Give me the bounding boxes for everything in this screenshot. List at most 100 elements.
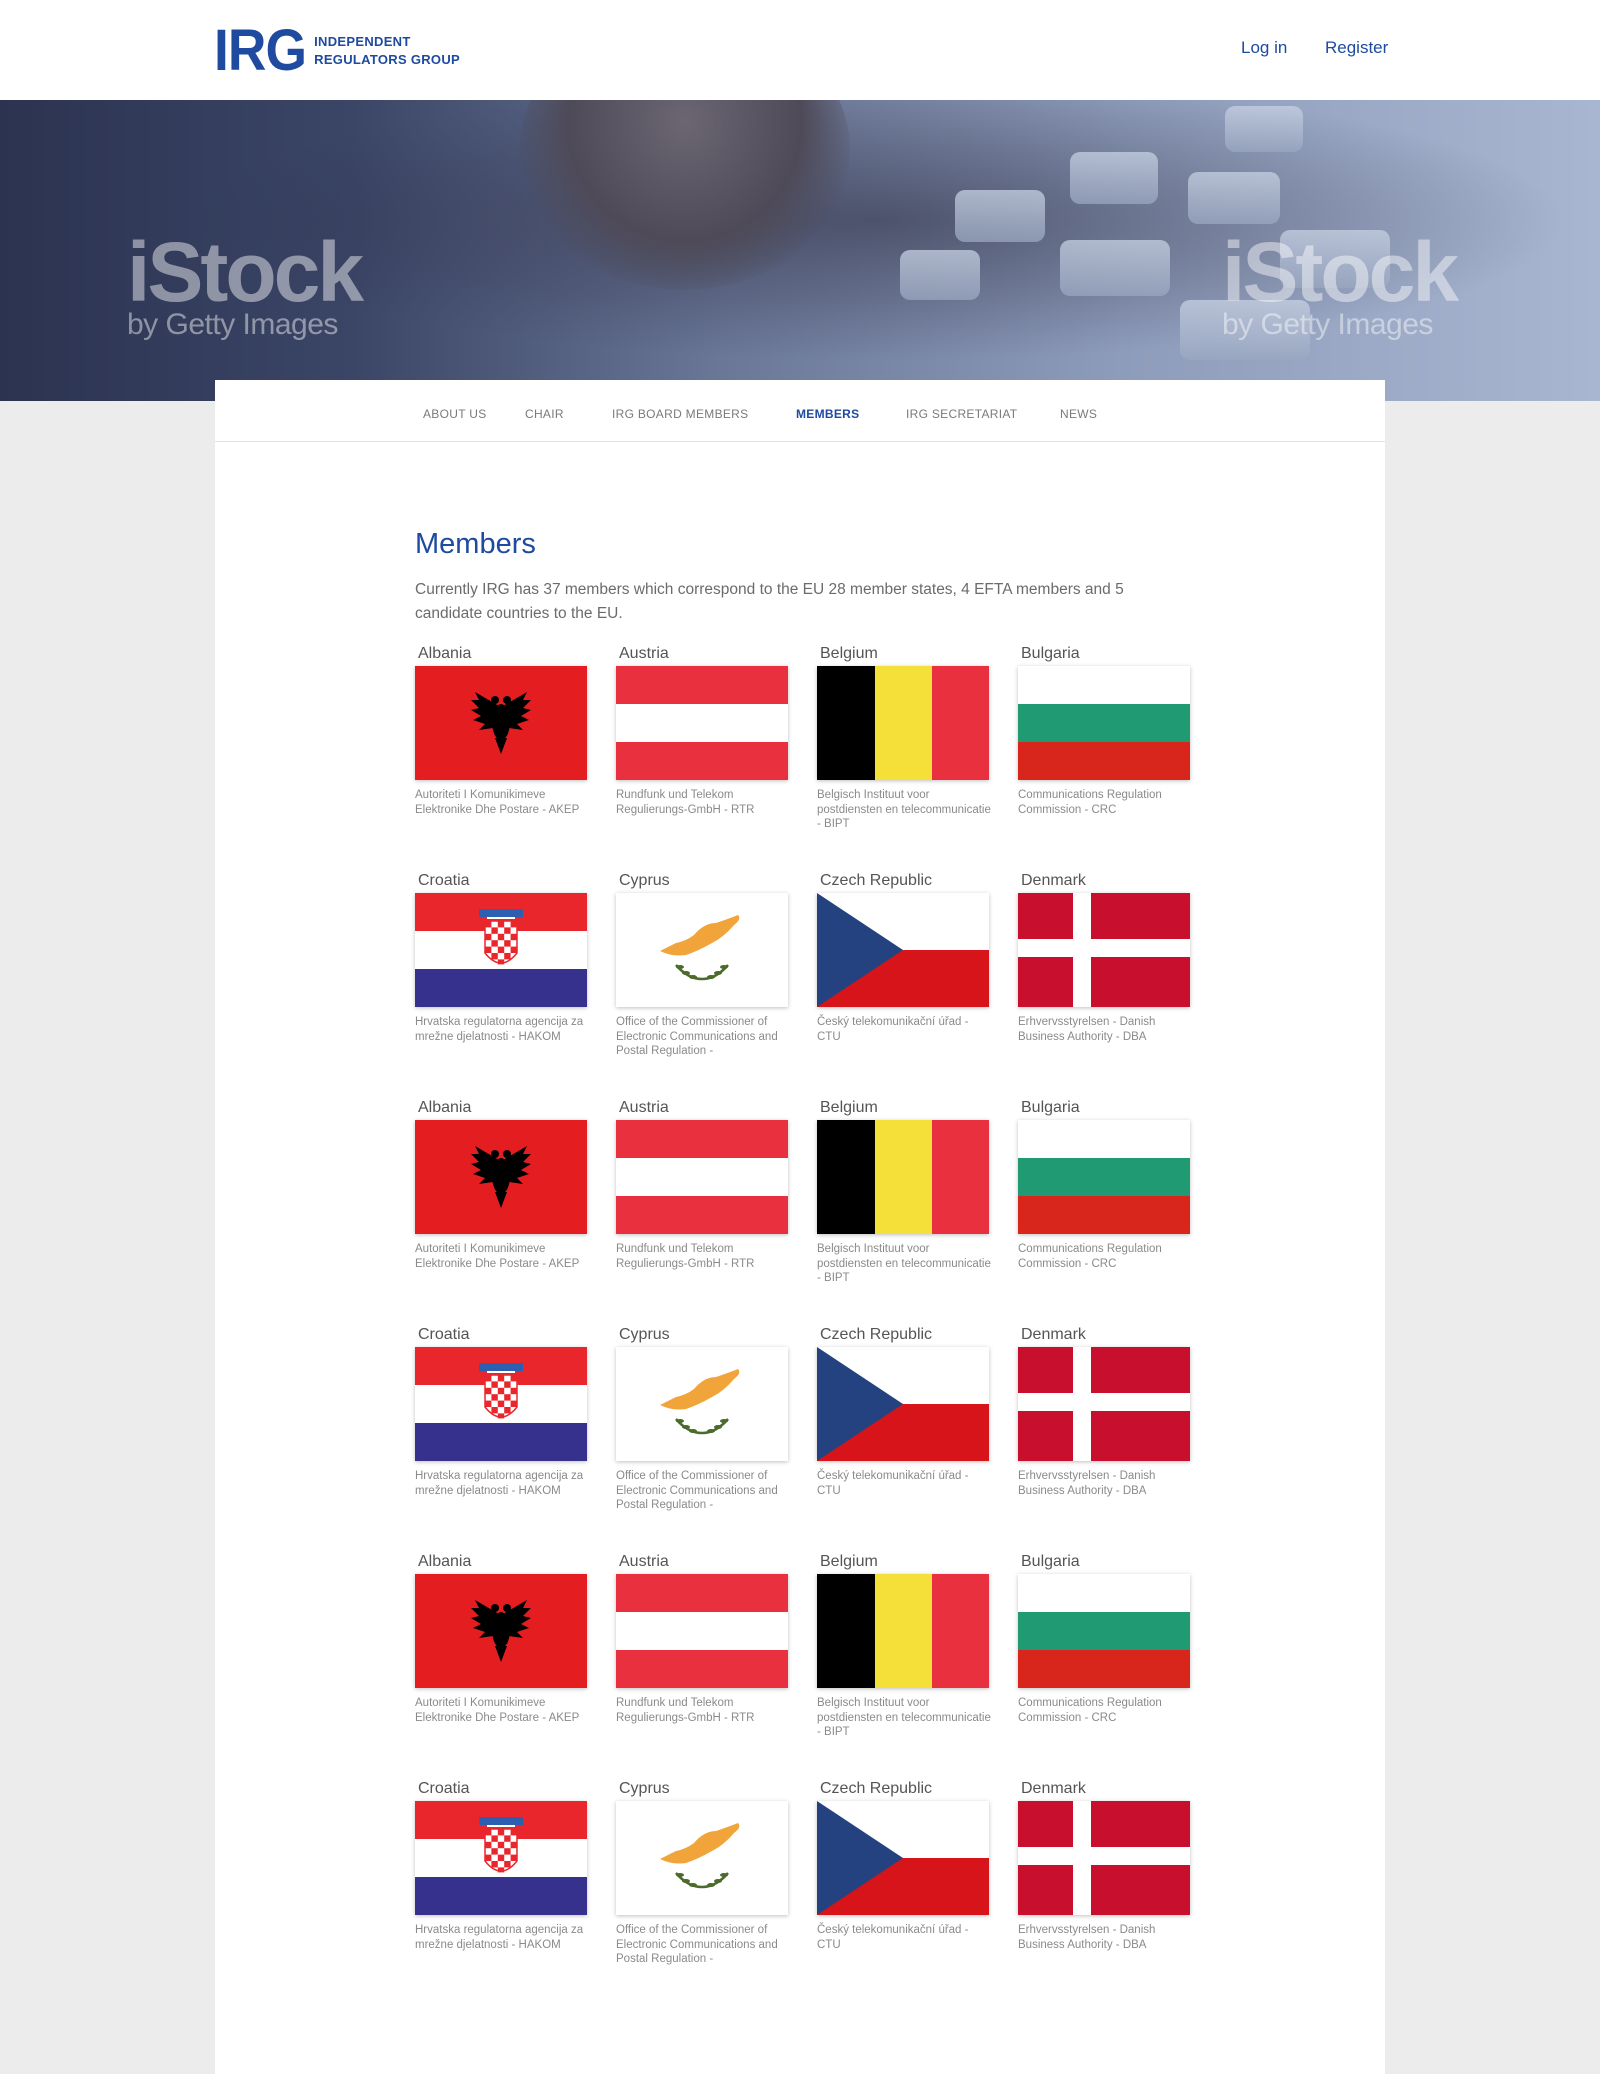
- member-flag[interactable]: [1018, 666, 1190, 780]
- member-flag[interactable]: [415, 893, 587, 1007]
- nav-irg-board-members[interactable]: IRG BOARD MEMBERS: [612, 407, 748, 421]
- member-flag[interactable]: [817, 1347, 989, 1461]
- istock-watermark-left: iStock by Getty Images: [127, 225, 364, 340]
- member-flag[interactable]: [817, 666, 989, 780]
- irg-logo[interactable]: IRG INDEPENDENT REGULATORS GROUP: [214, 22, 460, 80]
- member-flag[interactable]: [1018, 1801, 1190, 1915]
- denmark-flag-icon: [1018, 1801, 1190, 1915]
- member-regulator-name: Hrvatska regulatorna agencija za mrežne …: [415, 1016, 584, 1043]
- austria-flag-icon: [616, 1574, 788, 1688]
- belgium-flag-icon: [817, 1120, 989, 1234]
- nav-about-us[interactable]: ABOUT US: [423, 407, 487, 421]
- nav-irg-secretariat[interactable]: IRG SECRETARIAT: [906, 407, 1017, 421]
- hero-key: [1070, 152, 1158, 204]
- denmark-flag-icon: [1018, 893, 1190, 1007]
- member-flag[interactable]: [616, 1347, 788, 1461]
- bulgaria-flag-icon: [1018, 1120, 1190, 1234]
- member-country-name: Cyprus: [619, 1326, 670, 1343]
- hero-key: [1188, 172, 1280, 224]
- member-country-name: Albania: [418, 645, 472, 662]
- member-flag[interactable]: [1018, 1120, 1190, 1234]
- member-country-name: Croatia: [418, 1780, 470, 1797]
- member-regulator-name: Belgisch Instituut voor postdiensten en …: [817, 1243, 991, 1284]
- hero-banner: iStock by Getty Images iStock by Getty I…: [0, 100, 1600, 401]
- member-country-name: Austria: [619, 1553, 669, 1570]
- member-regulator-name: Autoriteti I Komunikimeve Elektronike Dh…: [415, 1243, 580, 1270]
- member-country-name: Czech Republic: [820, 1780, 933, 1797]
- austria-flag-icon: [616, 1120, 788, 1234]
- member-country-name: Belgium: [820, 645, 878, 662]
- member-flag[interactable]: [817, 1120, 989, 1234]
- hero-key: [1225, 106, 1303, 152]
- watermark-big-text: iStock: [127, 225, 364, 319]
- member-country-name: Denmark: [1021, 1780, 1086, 1797]
- member-country-name: Denmark: [1021, 1326, 1086, 1343]
- member-flag[interactable]: [415, 1801, 587, 1915]
- member-flag[interactable]: [616, 1574, 788, 1688]
- member-flag[interactable]: [817, 1574, 989, 1688]
- albania-flag-icon: [415, 666, 587, 780]
- page-title: Members: [415, 528, 536, 560]
- austria-flag-icon: [616, 666, 788, 780]
- login-link[interactable]: Log in: [1241, 38, 1287, 58]
- nav-news[interactable]: NEWS: [1060, 407, 1097, 421]
- croatia-flag-icon: [415, 1801, 587, 1915]
- albania-flag-icon: [415, 1574, 587, 1688]
- member-flag[interactable]: [415, 1574, 587, 1688]
- member-country-name: Czech Republic: [820, 1326, 933, 1343]
- member-regulator-name: Erhvervsstyrelsen - Danish Business Auth…: [1018, 1016, 1156, 1043]
- content-card: ABOUT US CHAIR IRG BOARD MEMBERS MEMBERS…: [215, 380, 1385, 2074]
- member-regulator-name: Belgisch Instituut voor postdiensten en …: [817, 1697, 991, 1738]
- watermark-small-text: by Getty Images: [1222, 308, 1433, 341]
- member-flag[interactable]: [616, 893, 788, 1007]
- member-regulator-name: Erhvervsstyrelsen - Danish Business Auth…: [1018, 1470, 1156, 1497]
- member-regulator-name: Communications Regulation Commission - C…: [1018, 1697, 1162, 1724]
- member-flag[interactable]: [616, 1120, 788, 1234]
- member-country-name: Belgium: [820, 1099, 878, 1116]
- bulgaria-flag-icon: [1018, 1574, 1190, 1688]
- croatia-flag-icon: [415, 1347, 587, 1461]
- member-country-name: Austria: [619, 1099, 669, 1116]
- member-flag[interactable]: [616, 666, 788, 780]
- member-flag[interactable]: [817, 893, 989, 1007]
- member-country-name: Croatia: [418, 1326, 470, 1343]
- member-flag[interactable]: [817, 1801, 989, 1915]
- czech-flag-icon: [817, 1347, 989, 1461]
- nav-members[interactable]: MEMBERS: [796, 407, 859, 421]
- member-regulator-name: Hrvatska regulatorna agencija za mrežne …: [415, 1470, 584, 1497]
- member-country-name: Bulgaria: [1021, 1099, 1080, 1116]
- member-regulator-name: Český telekomunikační úřad - CTU: [817, 1016, 969, 1043]
- member-flag[interactable]: [1018, 1347, 1190, 1461]
- logo-mark: IRG: [214, 18, 307, 83]
- czech-flag-icon: [817, 1801, 989, 1915]
- site-header: IRG INDEPENDENT REGULATORS GROUP Log in …: [0, 0, 1600, 100]
- cyprus-flag-icon: [616, 1801, 788, 1915]
- nav-chair[interactable]: CHAIR: [525, 407, 564, 421]
- member-country-name: Albania: [418, 1553, 472, 1570]
- member-country-name: Czech Republic: [820, 872, 933, 889]
- member-flag[interactable]: [415, 666, 587, 780]
- member-regulator-name: Hrvatska regulatorna agencija za mrežne …: [415, 1924, 584, 1951]
- member-regulator-name: Autoriteti I Komunikimeve Elektronike Dh…: [415, 1697, 580, 1724]
- member-flag[interactable]: [415, 1120, 587, 1234]
- logo-line-1: INDEPENDENT: [314, 34, 411, 49]
- belgium-flag-icon: [817, 1574, 989, 1688]
- member-regulator-name: Office of the Commissioner of Electronic…: [616, 1924, 778, 1965]
- member-country-name: Croatia: [418, 872, 470, 889]
- member-flag[interactable]: [415, 1347, 587, 1461]
- member-regulator-name: Belgisch Instituut voor postdiensten en …: [817, 789, 991, 830]
- member-country-name: Denmark: [1021, 872, 1086, 889]
- logo-line-2: REGULATORS GROUP: [314, 52, 461, 67]
- member-country-name: Austria: [619, 645, 669, 662]
- belgium-flag-icon: [817, 666, 989, 780]
- member-regulator-name: Český telekomunikační úřad - CTU: [817, 1470, 969, 1497]
- logo-wordmark: INDEPENDENT REGULATORS GROUP: [314, 33, 460, 69]
- denmark-flag-icon: [1018, 1347, 1190, 1461]
- register-link[interactable]: Register: [1325, 38, 1388, 58]
- member-flag[interactable]: [1018, 893, 1190, 1007]
- cyprus-flag-icon: [616, 893, 788, 1007]
- member-regulator-name: Rundfunk und Telekom Regulierungs-GmbH -…: [616, 1243, 755, 1270]
- member-flag[interactable]: [1018, 1574, 1190, 1688]
- member-country-name: Bulgaria: [1021, 1553, 1080, 1570]
- member-flag[interactable]: [616, 1801, 788, 1915]
